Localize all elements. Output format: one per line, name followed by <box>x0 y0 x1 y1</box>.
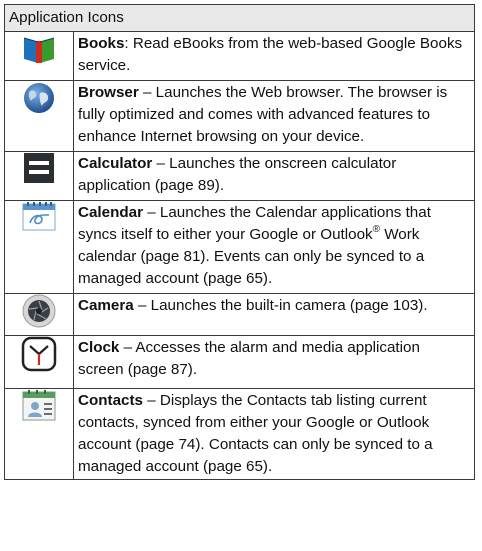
separator: – <box>138 84 156 101</box>
icon-cell <box>4 80 74 152</box>
table-row: Books: Read eBooks from the web-based Go… <box>4 31 475 81</box>
row-description: Browser – Launches the Web browser. The … <box>73 80 475 152</box>
separator: – <box>143 204 160 221</box>
row-description: Camera – Launches the built-in camera (p… <box>73 293 475 336</box>
books-icon <box>22 32 56 73</box>
table-row: Calculator – Launches the onscreen calcu… <box>4 151 475 201</box>
row-description: Calendar – Launches the Calendar applica… <box>73 200 475 294</box>
table-title: Application Icons <box>4 4 475 32</box>
row-description: Contacts – Displays the Contacts tab lis… <box>73 388 475 480</box>
separator: : <box>124 35 133 52</box>
camera-icon <box>22 294 56 335</box>
table-header-row: Application Icons <box>4 4 475 32</box>
table-row: Clock – Accesses the alarm and media app… <box>4 335 475 389</box>
icon-cell <box>4 31 74 81</box>
browser-globe-icon <box>22 81 56 122</box>
table-row: Camera – Launches the built-in camera (p… <box>4 293 475 336</box>
contacts-icon <box>22 389 56 428</box>
document-page: Application Icons Books: Read eBooks fro… <box>0 0 482 551</box>
app-name: Clock <box>78 339 120 356</box>
icon-cell <box>4 388 74 480</box>
table-row: Contacts – Displays the Contacts tab lis… <box>4 388 475 480</box>
app-name: Camera <box>78 297 134 314</box>
calendar-icon <box>22 201 56 238</box>
application-icons-table: Application Icons Books: Read eBooks fro… <box>4 4 475 480</box>
app-name: Contacts <box>78 392 143 409</box>
app-name: Calculator <box>78 155 153 172</box>
row-description: Books: Read eBooks from the web-based Go… <box>73 31 475 81</box>
app-name: Calendar <box>78 204 143 221</box>
app-description: Read eBooks from the web-based Google Bo… <box>78 35 463 74</box>
calculator-icon <box>23 152 55 191</box>
icon-cell <box>4 200 74 294</box>
separator: – <box>152 155 170 172</box>
table-row: Calendar – Launches the Calendar applica… <box>4 200 475 294</box>
separator: – <box>142 392 160 409</box>
icon-cell <box>4 335 74 389</box>
clock-icon <box>21 336 57 379</box>
table-row: Browser – Launches the Web browser. The … <box>4 80 475 152</box>
row-description: Calculator – Launches the onscreen calcu… <box>73 151 475 201</box>
app-description: Launches the built-in camera (page 103). <box>150 297 428 314</box>
icon-cell <box>4 293 74 336</box>
registered-mark: ® <box>372 223 380 235</box>
app-name: Books <box>78 35 125 52</box>
icon-cell <box>4 151 74 201</box>
app-name: Browser <box>78 84 139 101</box>
row-description: Clock – Accesses the alarm and media app… <box>73 335 475 389</box>
separator: – <box>119 339 136 356</box>
separator: – <box>133 297 151 314</box>
